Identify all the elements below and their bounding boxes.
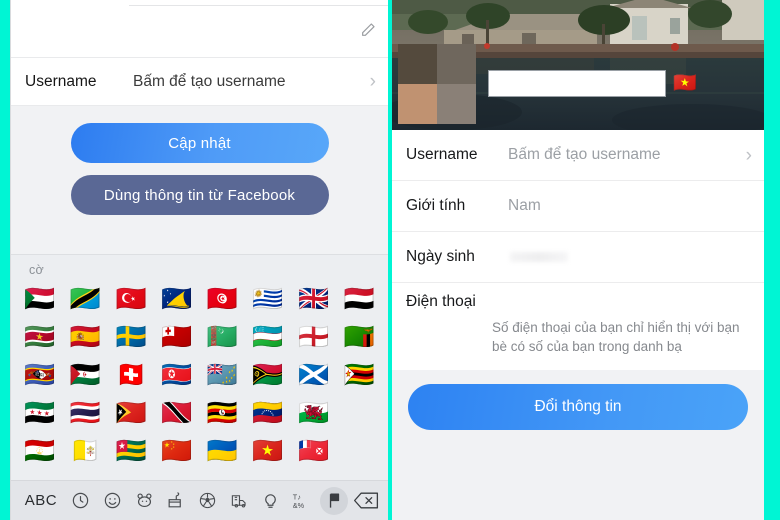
emoji-flag[interactable]: 🏴󠁧󠁢󠁷󠁬󠁳󠁿 [298,400,329,425]
abc-key[interactable]: ABC [19,487,63,515]
left-button-zone: Cập nhật Dùng thông tin từ Facebook [11,106,388,254]
username-label: Username [25,72,97,90]
emoji-flag[interactable]: 🇼🇫 [298,438,329,463]
emoji-flag[interactable]: 🇿🇲 [344,324,375,349]
row-phone[interactable]: Điện thoại Số điện thoại của bạn chỉ hiể… [392,283,764,370]
svg-text:&%: &% [293,501,305,510]
emoji-keyboard: cờ 🇸🇩 🇹🇿 🇹🇷 🇹🇰 🇹🇳 🇺🇾 🇬🇧 🇾🇪 🇸🇷 🇪🇸 🇸🇪 🇹🇴 🇹🇲 🇺🇿 🏴󠁧󠁢󠁥󠁮󠁧󠁿 🇿🇲… [11,254,388,520]
avatar-tile [437,44,476,84]
emoji-flag[interactable]: 🇪🇭 [70,362,101,387]
emoji-flag[interactable]: 🇻🇳 [252,438,283,463]
row-gender[interactable]: Giới tính Nam [392,181,764,232]
emoji-flag[interactable]: 🇹🇳 [207,286,238,311]
backspace-icon[interactable] [352,487,380,515]
emoji-flag[interactable]: 🇹🇱 [115,400,146,425]
food-icon[interactable] [162,487,190,515]
emoji-flag[interactable]: 🇿🇼 [344,362,375,387]
phone-privacy-note: Số điện thoại của bạn chỉ hiển thị với b… [492,320,740,354]
cta-zone: Đổi thông tin [392,370,764,463]
sports-soccer-icon[interactable] [193,487,221,515]
emoji-flag[interactable]: 🇾🇪 [344,286,375,311]
emoji-flag[interactable]: 🇰🇵 [161,362,192,387]
row-username-left[interactable]: Username Bấm để tạo username › [11,58,388,106]
emoji-flag[interactable]: 🇹🇭 [70,400,101,425]
edit-strip [11,0,388,58]
username-value: Bấm để tạo username [133,72,286,90]
display-name-input[interactable] [488,70,666,97]
emoji-flag[interactable]: 🇻🇺 [252,362,283,387]
change-info-button[interactable]: Đổi thông tin [408,384,748,431]
row-birthdate[interactable]: Ngày sinh [392,232,764,283]
left-panel: Username Bấm để tạo username › Cập nhật … [10,0,388,520]
emoji-flag[interactable]: 🏴󠁧󠁢󠁥󠁮󠁧󠁿 [298,324,329,349]
phone-label: Điện thoại [406,293,476,310]
birthdate-blurred-value [510,252,568,262]
avatar-tile [398,84,437,124]
divider [129,5,388,6]
profile-form-card: Username Bấm để tạo username › Giới tính… [392,130,764,371]
emoji-flag[interactable]: 🇻🇪 [252,400,283,425]
emoji-flag[interactable]: 🇹🇴 [161,324,192,349]
animals-panda-icon[interactable] [130,487,158,515]
emoji-flag[interactable]: 🇹🇰 [161,286,192,311]
chevron-right-icon: › [369,71,376,92]
emoji-flag[interactable]: 🇹🇻 [207,362,238,387]
emoji-flag[interactable]: 🏴󠁧󠁢󠁳󠁣󠁴󠁿 [298,362,329,387]
pencil-icon[interactable] [360,22,376,38]
emoji-flag[interactable]: 🇺🇬 [207,400,238,425]
emoji-flag-grid[interactable]: 🇸🇩 🇹🇿 🇹🇷 🇹🇰 🇹🇳 🇺🇾 🇬🇧 🇾🇪 🇸🇷 🇪🇸 🇸🇪 🇹🇴 🇹🇲 🇺🇿 🏴󠁧󠁢󠁥󠁮󠁧󠁿 🇿🇲 🇸🇿 🇪… [11,279,388,469]
objects-bulb-icon[interactable] [257,487,285,515]
emoji-flag[interactable]: 🇨🇭 [115,362,146,387]
symbols-icon[interactable]: T♪ &% [289,487,317,515]
emoji-flag[interactable]: 🇹🇷 [115,286,146,311]
chevron-right-icon: › [745,144,752,166]
row-value: Bấm để tạo username [508,146,661,163]
recent-clock-icon[interactable] [67,487,95,515]
travel-car-icon[interactable] [225,487,253,515]
emoji-category-label: cờ [29,263,45,277]
keyboard-toolbar: ABC T♪ &% [11,480,388,520]
emoji-flag[interactable]: 🇹🇲 [207,324,238,349]
emoji-flag[interactable]: 🇹🇹 [161,400,192,425]
row-label: Username [406,146,478,163]
emoji-flag[interactable]: 🇺🇦 [207,438,238,463]
row-label: Giới tính [406,197,466,214]
emoji-flag[interactable]: 🇹🇿 [70,286,101,311]
update-button[interactable]: Cập nhật [70,123,329,163]
vietnam-flag-icon: 🇻🇳 [673,72,697,94]
avatar-tile [437,84,476,124]
emoji-flag[interactable]: 🇸🇿 [24,362,55,387]
right-panel: 🇻🇳 Username Bấm để tạo username › Giới t… [392,0,764,520]
emoji-flag[interactable]: 🇨🇳 [161,438,192,463]
emoji-flag[interactable]: 🇸🇷 [24,324,55,349]
use-facebook-info-button[interactable]: Dùng thông tin từ Facebook [70,175,329,215]
emoji-flag[interactable]: 🇹🇯 [24,438,55,463]
emoji-flag[interactable]: 🇸🇩 [24,286,55,311]
emoji-flag[interactable]: 🇺🇾 [252,286,283,311]
emoji-flag[interactable]: 🇻🇦 [70,438,101,463]
flags-icon[interactable] [320,486,349,515]
emoji-flag[interactable]: 🇹🇬 [115,438,146,463]
row-username[interactable]: Username Bấm để tạo username › [392,130,764,181]
emoji-flag[interactable]: 🇪🇸 [70,324,101,349]
avatar[interactable] [398,44,476,124]
row-label: Ngày sinh [406,248,475,265]
emoji-flag[interactable]: 🇬🇧 [298,286,329,311]
emoji-flag[interactable]: 🇸🇾 [24,400,55,425]
row-value: Nam [508,197,541,214]
screenshot-root: Username Bấm để tạo username › Cập nhật … [0,0,780,520]
smiley-icon[interactable] [98,487,126,515]
emoji-flag[interactable]: 🇺🇿 [252,324,283,349]
emoji-flag[interactable]: 🇸🇪 [115,324,146,349]
avatar-tile [398,44,437,84]
cover-photo[interactable]: 🇻🇳 [392,0,764,130]
